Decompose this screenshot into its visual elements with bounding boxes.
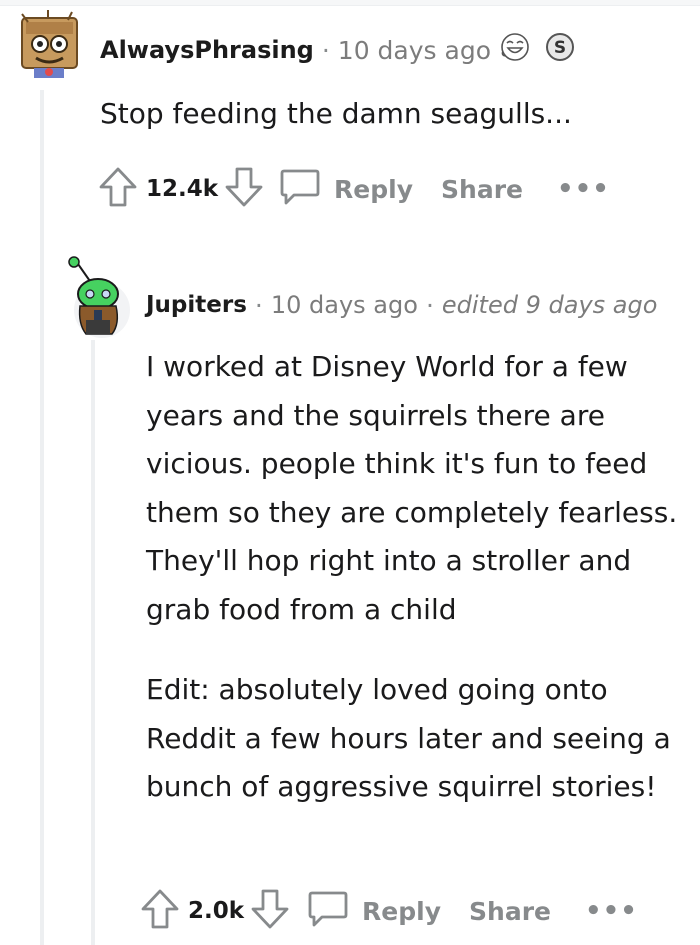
comment-body: I worked at Disney World for a few years… [146, 343, 688, 812]
meta-separator: · [254, 290, 263, 320]
reply-label: Reply [334, 174, 414, 204]
comment-paragraph: I worked at Disney World for a few years… [146, 350, 678, 626]
downvote-icon[interactable] [250, 887, 290, 935]
avatar[interactable] [62, 250, 134, 338]
timestamp[interactable]: 10 days ago [338, 36, 491, 65]
vote-score: 12.4k [146, 176, 219, 202]
svg-text:S: S [554, 38, 566, 58]
comment-actions: 12.4k Reply Share ••• [98, 164, 610, 214]
timestamp[interactable]: 10 days ago [271, 291, 418, 319]
reply-label: Reply [362, 896, 442, 926]
avatar[interactable] [12, 8, 82, 78]
meta-separator: · [425, 290, 434, 320]
share-button[interactable]: Share [469, 897, 551, 926]
vote-score: 2.0k [188, 898, 245, 924]
reply-button[interactable]: Reply [306, 887, 441, 935]
comment-meta: Jupiters · 10 days ago · edited 9 days a… [146, 285, 657, 325]
laughing-face-award-icon[interactable] [499, 31, 531, 69]
silver-coin-award-icon[interactable]: S [545, 31, 575, 69]
downvote-icon[interactable] [224, 165, 264, 213]
comment-paragraph: Stop feeding the damn seagulls... [100, 97, 572, 130]
meta-separator: · [321, 35, 330, 65]
author-name[interactable]: AlwaysPhrasing [100, 36, 314, 64]
upvote-icon[interactable] [98, 165, 138, 213]
reply-button[interactable]: Reply [278, 165, 413, 213]
more-options-button[interactable]: ••• [557, 174, 610, 204]
upvote-icon[interactable] [140, 887, 180, 935]
thread-line-level-2[interactable] [91, 340, 95, 945]
comment-meta: AlwaysPhrasing · 10 days ago S [100, 30, 575, 70]
comment-paragraph: Edit: absolutely loved going onto Reddit… [146, 673, 671, 803]
more-options-button[interactable]: ••• [585, 896, 638, 926]
share-button[interactable]: Share [441, 175, 523, 204]
comment-bubble-icon [306, 887, 350, 935]
top-divider [0, 0, 700, 6]
thread-line-level-1[interactable] [40, 90, 44, 945]
comment-actions: 2.0k Reply Share ••• [140, 886, 638, 936]
comment-bubble-icon [278, 165, 322, 213]
edited-timestamp: edited 9 days ago [441, 291, 658, 319]
comment-body: Stop feeding the damn seagulls... [100, 90, 680, 139]
author-name[interactable]: Jupiters [146, 292, 247, 318]
